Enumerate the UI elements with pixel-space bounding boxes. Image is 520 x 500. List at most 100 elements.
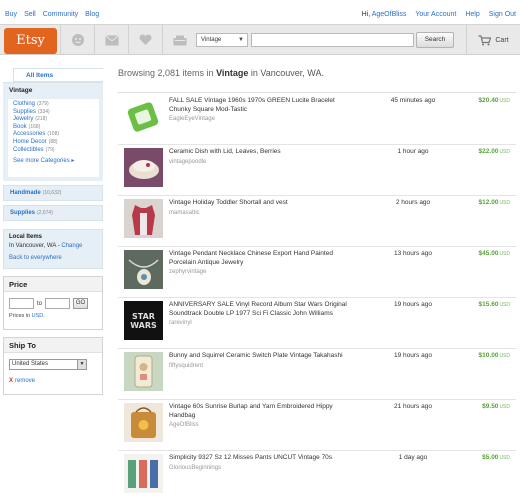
your-account-link[interactable]: Your Account <box>415 11 456 18</box>
remove-x-icon: X <box>9 378 14 384</box>
sidebar-item-handmade[interactable]: Handmade (10,632) <box>3 185 103 201</box>
category-item-label: Book <box>13 123 27 130</box>
category-item-supplies[interactable]: Supplies (334) <box>13 109 99 117</box>
listing-currency: USD <box>499 200 510 206</box>
cart-button[interactable]: Cart <box>466 25 520 55</box>
price-note-prefix: Prices in <box>9 313 31 319</box>
mail-icon[interactable] <box>94 25 128 55</box>
listing-price-value: $9.50 <box>482 403 499 410</box>
nav-buy-link[interactable]: Buy <box>5 11 17 18</box>
listing-title-link[interactable]: Bunny and Squirrel Ceramic Switch Plate … <box>169 352 343 359</box>
smiley-icon[interactable] <box>60 25 94 55</box>
currency-link[interactable]: USD. <box>32 313 45 319</box>
listing-shop-link[interactable]: fiftysquidrent <box>169 362 349 371</box>
category-item-jewelry[interactable]: Jewelry (218) <box>13 116 99 124</box>
search-scope-select[interactable]: Vintage ▼ <box>196 33 248 47</box>
listing-currency: USD <box>499 353 510 359</box>
sign-out-link[interactable]: Sign Out <box>489 11 516 18</box>
listing-currency: USD <box>499 404 510 410</box>
local-items-panel: Local Items In Vancouver, WA - Change Ba… <box>3 229 103 269</box>
listing-title-link[interactable]: Vintage Pendant Necklace Chinese Export … <box>169 250 333 266</box>
listing-title-link[interactable]: ANNIVERSARY SALE Vinyl Record Album Star… <box>169 301 347 317</box>
category-item-count: (379) <box>37 101 49 107</box>
listing-price: $15.60USD <box>479 301 510 308</box>
nav-sell-link[interactable]: Sell <box>24 11 36 18</box>
listing-title-link[interactable]: Simplicity 9327 Sz 12 Misses Pants UNCUT… <box>169 454 332 461</box>
help-link[interactable]: Help <box>465 11 479 18</box>
results-heading: Browsing 2,081 items in Vintage in Vanco… <box>118 68 324 78</box>
listing-thumbnail[interactable] <box>124 97 163 136</box>
price-go-button[interactable]: GO <box>73 298 89 309</box>
ship-to-select[interactable]: United States ▼ <box>9 359 87 370</box>
back-to-everywhere-link[interactable]: Back to everywhere <box>9 255 97 261</box>
search-input[interactable] <box>251 33 414 47</box>
sidebar-item-supplies[interactable]: Supplies (2,674) <box>3 205 103 221</box>
local-location-text: In Vancouver, WA - <box>9 243 60 249</box>
tab-all-items[interactable]: All Items <box>13 68 103 82</box>
listing-shop-link[interactable]: GloriousBeginnings <box>169 464 349 473</box>
category-item-home-decor[interactable]: Home Decor (88) <box>13 139 99 147</box>
listing-thumbnail[interactable] <box>124 148 163 187</box>
heart-icon[interactable] <box>128 25 162 55</box>
etsy-logo[interactable]: Etsy <box>4 28 57 54</box>
cart-icon <box>478 34 492 45</box>
listing-thumbnail[interactable]: STAR WARS <box>124 301 163 340</box>
chevron-down-icon: ▼ <box>238 37 244 43</box>
chevron-down-icon: ▼ <box>77 360 86 369</box>
listing-row: FALL SALE Vintage 1960s 1970s GREEN Luci… <box>118 94 516 145</box>
nav-blog-link[interactable]: Blog <box>85 11 99 18</box>
listing-thumbnail[interactable] <box>124 199 163 238</box>
listing-shop-link[interactable]: zephyrvintage <box>169 268 349 277</box>
price-title: Price <box>4 277 102 292</box>
listing-thumbnail[interactable] <box>124 454 163 493</box>
listing-price: $45.00USD <box>479 250 510 257</box>
search-button[interactable]: Search <box>416 32 454 48</box>
local-items-title: Local Items <box>9 234 43 240</box>
svg-text:STAR: STAR <box>132 312 155 321</box>
username-link[interactable]: AgeOfBliss <box>372 11 407 18</box>
listing-time: 1 day ago <box>398 454 428 461</box>
listing-title-link[interactable]: Vintage Holiday Toddler Shortall and ves… <box>169 199 288 206</box>
listing-row: Vintage Pendant Necklace Chinese Export … <box>118 247 516 298</box>
svg-text:WARS: WARS <box>130 321 157 330</box>
greeting-prefix: Hi, <box>361 11 371 18</box>
see-more-categories-link[interactable]: See more Categories ▸ <box>13 157 99 164</box>
listing-row: Vintage Holiday Toddler Shortall and ves… <box>118 196 516 247</box>
change-location-link[interactable]: Change <box>61 243 82 249</box>
listing-title-link[interactable]: Vintage 60s Sunrise Burlap and Yarn Embr… <box>169 403 333 419</box>
listing-title-link[interactable]: Ceramic Dish with Lid, Leaves, Berries <box>169 148 281 155</box>
listing-title-link[interactable]: FALL SALE Vintage 1960s 1970s GREEN Luci… <box>169 97 335 113</box>
listing-thumbnail[interactable] <box>124 403 163 442</box>
price-to-label: to <box>37 300 43 307</box>
listing-time: 2 hours ago <box>395 199 431 206</box>
listing-shop-link[interactable]: rarevinyl <box>169 319 349 328</box>
listing-time: 1 hour ago <box>397 148 429 155</box>
sidebar-item-count: (2,674) <box>37 210 53 216</box>
listing-time: 45 minutes ago <box>390 97 436 104</box>
listing-shop-link[interactable]: AgeOfBliss <box>169 421 349 430</box>
listing-thumbnail[interactable] <box>124 250 163 289</box>
category-item-collectibles[interactable]: Collectibles (79) <box>13 147 99 155</box>
price-max-input[interactable] <box>45 298 71 309</box>
category-item-clothing[interactable]: Clothing (379) <box>13 101 99 109</box>
listing-info: Bunny and Squirrel Ceramic Switch Plate … <box>169 352 349 370</box>
listing-info: ANNIVERSARY SALE Vinyl Record Album Star… <box>169 301 349 328</box>
category-item-accessories[interactable]: Accessories (108) <box>13 131 99 139</box>
nav-community-link[interactable]: Community <box>43 11 78 18</box>
category-list: Clothing (379) Supplies (334) Jewelry (218)… <box>8 99 99 177</box>
listing-row: STAR WARS ANNIVERSARY SALE Vinyl Record Al… <box>118 298 516 349</box>
listing-info: Vintage Holiday Toddler Shortall and ves… <box>169 199 349 217</box>
listing-price: $9.50USD <box>482 403 510 410</box>
register-icon[interactable] <box>162 25 196 55</box>
search-scope-value: Vintage <box>201 37 222 43</box>
listing-shop-link[interactable]: vintagepoodle <box>169 158 349 167</box>
listing-shop-link[interactable]: mamasattic <box>169 209 349 218</box>
category-item-book[interactable]: Book (168) <box>13 124 99 132</box>
listing-price: $20.40USD <box>479 97 510 104</box>
price-min-input[interactable] <box>9 298 34 309</box>
listing-price-value: $45.00 <box>478 250 499 257</box>
listing-thumbnail[interactable] <box>124 352 163 391</box>
remove-ship-filter[interactable]: Xremove <box>4 374 102 388</box>
listing-shop-link[interactable]: EagleEyeVintage <box>169 115 349 124</box>
sidebar-item-label: Supplies <box>10 210 36 216</box>
